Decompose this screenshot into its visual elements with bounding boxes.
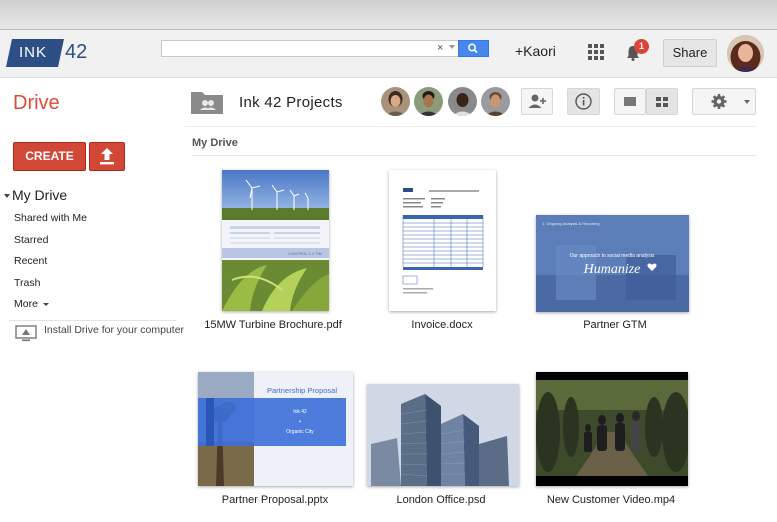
upload-icon bbox=[100, 148, 114, 165]
file-name[interactable]: Partner GTM bbox=[530, 319, 700, 331]
account-avatar[interactable] bbox=[727, 35, 764, 72]
collaborator-avatar[interactable] bbox=[481, 87, 510, 116]
ink42-logo[interactable]: INK 42 bbox=[6, 39, 89, 67]
search-options-icon[interactable] bbox=[449, 45, 455, 49]
file-thumbnail-turbine-brochure[interactable]: CONTROL 1.1 TIM bbox=[222, 170, 329, 311]
file-name[interactable]: London Office.psd bbox=[356, 494, 526, 506]
grid-view-button[interactable] bbox=[646, 88, 678, 115]
chevron-down-icon bbox=[42, 302, 49, 306]
proposal-title: Partnership Proposal bbox=[267, 386, 337, 395]
sidebar-item-my-drive[interactable]: My Drive bbox=[4, 187, 67, 203]
collaborator-avatar[interactable] bbox=[414, 87, 443, 116]
install-drive-icon[interactable] bbox=[15, 324, 37, 342]
gtm-headline: Our approach to social media analysis bbox=[570, 253, 655, 259]
file-thumbnail-london-office[interactable] bbox=[367, 384, 519, 486]
proposal-line-1: Ink 42 bbox=[293, 409, 307, 415]
top-bar: INK 42 × +Kaori 1 Share bbox=[0, 30, 777, 78]
gear-icon bbox=[711, 94, 727, 109]
sidebar-divider bbox=[9, 320, 176, 321]
turbine-brochure-preview: CONTROL 1.1 TIM bbox=[222, 170, 329, 311]
collaborator-avatar[interactable] bbox=[448, 87, 477, 116]
sidebar-item-label: My Drive bbox=[12, 187, 68, 203]
add-people-button[interactable] bbox=[521, 88, 553, 115]
add-person-icon bbox=[528, 94, 546, 108]
logo-42-text: 42 bbox=[65, 41, 88, 63]
section-title: My Drive bbox=[192, 137, 238, 149]
logo-ink-text: INK bbox=[19, 44, 48, 61]
gtm-topline: 1. Ongoing Analysis & Reporting bbox=[542, 221, 600, 226]
user-profile-link[interactable]: +Kaori bbox=[515, 43, 556, 59]
list-view-button[interactable] bbox=[614, 88, 646, 115]
turbine-caption: CONTROL 1.1 TIM bbox=[288, 251, 322, 256]
info-icon bbox=[575, 93, 592, 110]
file-name[interactable]: 15MW Turbine Brochure.pdf bbox=[188, 319, 358, 331]
file-name[interactable]: Invoice.docx bbox=[357, 319, 527, 331]
upload-button[interactable] bbox=[89, 142, 125, 171]
folder-name: Ink 42 Projects bbox=[239, 94, 343, 111]
search-button[interactable] bbox=[458, 40, 489, 57]
partner-gtm-preview: 1. Ongoing Analysis & Reporting Our appr… bbox=[536, 215, 689, 312]
search-clear-icon[interactable]: × bbox=[437, 41, 443, 56]
apps-grid-icon[interactable] bbox=[588, 44, 604, 60]
section-divider bbox=[192, 155, 756, 156]
customer-video-preview bbox=[536, 372, 688, 486]
invoice-preview bbox=[389, 170, 496, 311]
collaborator-avatar[interactable] bbox=[381, 87, 410, 116]
chevron-down-icon bbox=[744, 100, 750, 104]
browser-chrome bbox=[0, 0, 777, 30]
file-thumbnail-partner-proposal[interactable]: Partnership Proposal Ink 42 + Organic Ci… bbox=[198, 372, 353, 486]
sidebar-item-starred[interactable]: Starred bbox=[14, 234, 48, 246]
grid-view-icon bbox=[656, 97, 668, 107]
sidebar-item-recent[interactable]: Recent bbox=[14, 255, 47, 267]
search-icon bbox=[468, 43, 478, 54]
install-drive-link[interactable]: Install Drive for your computer bbox=[44, 324, 184, 336]
sidebar-item-label: More bbox=[14, 298, 38, 310]
sidebar-item-trash[interactable]: Trash bbox=[14, 277, 40, 289]
gtm-brand: Humanize bbox=[583, 262, 641, 277]
drive-title[interactable]: Drive bbox=[13, 92, 60, 115]
partner-proposal-preview: Partnership Proposal Ink 42 + Organic Ci… bbox=[198, 372, 353, 486]
proposal-line-2: + bbox=[299, 419, 302, 425]
create-button[interactable]: CREATE bbox=[13, 142, 86, 171]
caret-down-icon bbox=[4, 194, 10, 199]
sidebar-item-more[interactable]: More bbox=[14, 298, 49, 310]
file-name[interactable]: New Customer Video.mp4 bbox=[526, 494, 696, 506]
sidebar-item-shared[interactable]: Shared with Me bbox=[14, 212, 87, 224]
file-name[interactable]: Partner Proposal.pptx bbox=[190, 494, 360, 506]
file-thumbnail-invoice[interactable] bbox=[389, 170, 496, 311]
london-office-preview bbox=[367, 384, 519, 486]
file-thumbnail-partner-gtm[interactable]: 1. Ongoing Analysis & Reporting Our appr… bbox=[536, 215, 689, 312]
share-button[interactable]: Share bbox=[663, 39, 717, 67]
details-button[interactable] bbox=[567, 88, 600, 115]
divider bbox=[185, 126, 756, 127]
settings-button[interactable] bbox=[692, 88, 756, 115]
list-view-icon bbox=[624, 97, 636, 106]
notification-count-badge[interactable]: 1 bbox=[634, 39, 649, 54]
proposal-line-3: Organic City bbox=[286, 429, 314, 435]
file-thumbnail-customer-video[interactable] bbox=[536, 372, 688, 486]
shared-folder-icon bbox=[190, 89, 224, 115]
